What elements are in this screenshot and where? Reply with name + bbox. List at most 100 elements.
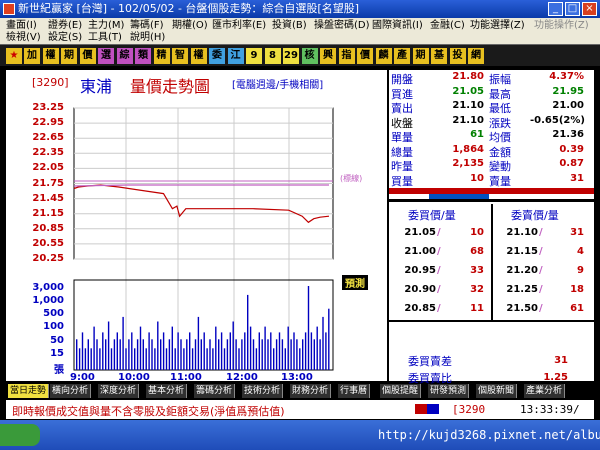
ask-price[interactable]: 21.15 [500, 246, 538, 257]
bid-ask-ratio-value: 1.25 [543, 372, 568, 383]
volume-bar [273, 348, 275, 370]
volume-tick-label: 500 [43, 308, 64, 319]
tab-11[interactable]: 產業分析 [524, 384, 566, 398]
tab-3[interactable]: 基本分析 [146, 384, 188, 398]
volume-bar [302, 339, 304, 370]
price-tick-label: 20.25 [32, 253, 64, 264]
tab-9[interactable]: 研發預測 [428, 384, 470, 398]
slash-separator: / [437, 227, 441, 238]
volume-bar [328, 308, 330, 370]
volume-bar [90, 348, 92, 370]
price-tick-label: 20.85 [32, 222, 64, 234]
ask-price[interactable]: 21.50 [500, 303, 538, 314]
forecast-badge[interactable]: 預測 [342, 275, 368, 290]
volume-tick-label: 50 [50, 335, 64, 346]
slash-separator: / [539, 227, 543, 238]
ask-price[interactable]: 21.20 [500, 265, 538, 276]
volume-bar [157, 321, 159, 370]
tab-0[interactable]: 當日走勢 [8, 384, 50, 398]
price-tick-label: 20.55 [32, 237, 64, 249]
tab-6[interactable]: 財務分析 [290, 384, 332, 398]
volume-bar [258, 332, 260, 370]
ask-qty[interactable]: 61 [540, 303, 584, 314]
volume-bar [78, 348, 81, 370]
volume-bar [220, 332, 223, 370]
volume-tick-label: 1,000 [32, 295, 64, 306]
volume-bar [81, 332, 84, 370]
volume-bar [142, 339, 144, 370]
bid-price[interactable]: 21.00 [398, 246, 436, 257]
volume-bar [105, 339, 107, 370]
tab-5[interactable]: 技術分析 [242, 384, 284, 398]
time-tick-label: 10:00 [118, 372, 150, 383]
volume-bar [99, 348, 101, 370]
volume-bar [180, 339, 182, 370]
volume-bar [197, 316, 200, 370]
price-tick-label: 22.65 [32, 132, 64, 144]
bid-price[interactable]: 20.90 [398, 284, 436, 295]
volume-bar [134, 348, 136, 370]
tab-10[interactable]: 個股新聞 [476, 384, 518, 398]
bid-qty[interactable]: 68 [440, 246, 484, 257]
volume-bar [226, 339, 229, 370]
ask-qty[interactable]: 4 [540, 246, 584, 257]
volume-bar [148, 332, 150, 370]
volume-bar [203, 332, 205, 370]
quote-value: 21.80 [452, 71, 484, 82]
status-message: 即時報價成交值與量不含零股及鉅額交易(淨值爲預估值) [12, 405, 285, 418]
volume-bar [145, 348, 147, 370]
price-tick-label: 21.45 [32, 192, 64, 204]
volume-bar [160, 339, 162, 370]
ask-qty[interactable]: 9 [540, 265, 584, 276]
bid-header: 委買價/量 [408, 209, 456, 222]
tab-7[interactable]: 行事曆 [338, 384, 371, 398]
volume-bar [139, 326, 142, 370]
volume-bar [131, 332, 133, 370]
series-average-line [73, 184, 329, 187]
quote-value: 21.10 [452, 114, 484, 126]
status-indicator-blue [427, 404, 439, 414]
quote-value: 4.37% [549, 71, 584, 82]
ask-price[interactable]: 21.10 [500, 227, 538, 238]
tab-2[interactable]: 深度分析 [98, 384, 140, 398]
quote-value: 0.87 [559, 158, 584, 169]
start-button[interactable] [0, 424, 40, 446]
reference-label: (標線) [340, 174, 363, 183]
tab-1[interactable]: 橫向分析 [50, 384, 92, 398]
volume-bar [313, 339, 315, 370]
ask-qty[interactable]: 18 [540, 284, 584, 295]
volume-bar [113, 339, 116, 370]
quote-value: 0.39 [559, 143, 584, 155]
volume-bar [200, 339, 202, 370]
ask-price[interactable]: 21.25 [500, 284, 538, 295]
time-tick-label: 12:00 [226, 372, 258, 383]
volume-bar [322, 316, 324, 370]
volume-bar [154, 348, 156, 370]
volume-bar [261, 339, 263, 370]
price-tick-label: 22.95 [32, 117, 64, 129]
volume-bar [110, 348, 113, 370]
bid-qty[interactable]: 10 [440, 227, 484, 238]
bid-qty[interactable]: 32 [440, 284, 484, 295]
price-tick-label: 23.25 [32, 102, 64, 113]
ask-qty[interactable]: 31 [540, 227, 584, 238]
tab-8[interactable]: 個股提醒 [380, 384, 422, 398]
volume-bar [249, 326, 252, 370]
quote-value: 2,135 [452, 158, 484, 169]
tab-4[interactable]: 籌碼分析 [194, 384, 236, 398]
bid-qty[interactable]: 11 [440, 303, 484, 314]
volume-bar [206, 348, 208, 370]
volume-bar [223, 348, 226, 370]
volume-bar [304, 332, 307, 370]
volume-bar [209, 339, 211, 370]
quote-value: 21.95 [552, 85, 584, 97]
time-tick-label: 11:00 [170, 372, 202, 383]
bid-qty[interactable]: 33 [440, 265, 484, 276]
volume-bar [307, 286, 310, 370]
bid-price[interactable]: 21.05 [398, 227, 436, 238]
volume-bar [171, 326, 173, 370]
ask-header: 委賣價/量 [511, 209, 559, 222]
bid-price[interactable]: 20.95 [398, 265, 436, 276]
volume-bar [255, 348, 258, 370]
bid-price[interactable]: 20.85 [398, 303, 436, 314]
